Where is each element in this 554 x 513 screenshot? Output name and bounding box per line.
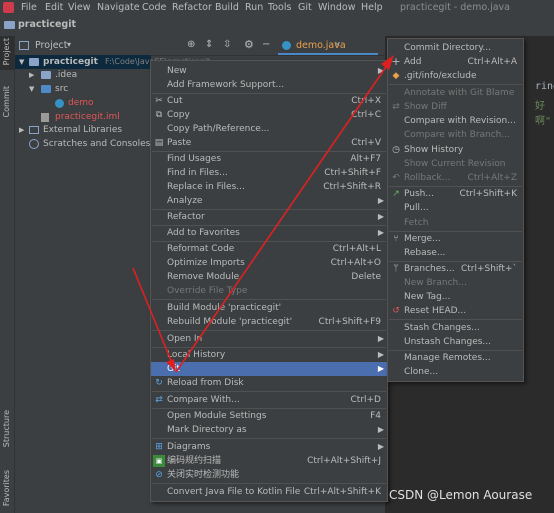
annotation-arrow-head [166,359,176,372]
watermark: CSDN @Lemon Aourase [389,488,533,502]
annotation-arrow-line [132,267,173,364]
annotation-arrow-line [175,63,389,373]
annotation-overlay [132,55,394,373]
annotation-arrow-head [381,55,394,70]
